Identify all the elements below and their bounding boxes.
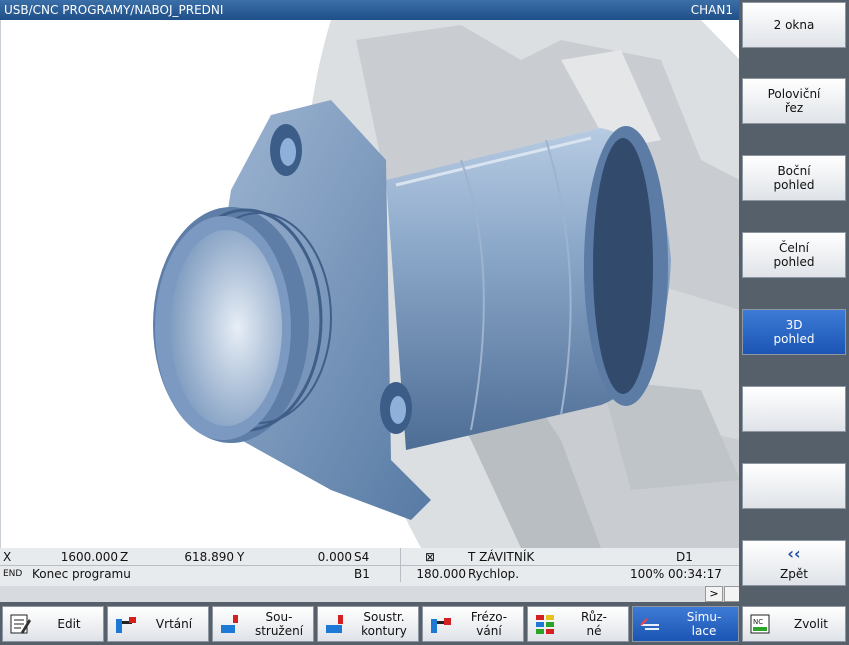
contour-turning-icon <box>326 615 343 633</box>
softkey-label: 2 okna <box>773 18 815 32</box>
back-chevron-icon: ‹‹ <box>787 544 801 563</box>
softkey-label: pohled <box>773 255 815 269</box>
svg-text:NC: NC <box>753 618 763 626</box>
softkey-zpet[interactable]: ‹‹ Zpět <box>742 540 846 586</box>
status-panel: X 1600.000 Z 618.890 Y 0.000 S4 ⊠ T ZÁVI… <box>0 548 739 586</box>
softkey-edit[interactable]: Edit <box>2 606 104 642</box>
title-bar: USB/CNC PROGRAMY/NABOJ_PREDNI CHAN1 <box>0 0 739 20</box>
softkey-label: Simu- <box>686 610 722 624</box>
softkey-label: pohled <box>773 178 815 192</box>
softkey-label: lace <box>691 624 717 638</box>
softkey-label: Sou- <box>265 610 293 624</box>
softkey-label: né <box>586 624 602 638</box>
softkey-label: Poloviční <box>767 87 821 101</box>
softkey-soustr-kontury[interactable]: Soustr. kontury <box>317 606 419 642</box>
tool-name: T ZÁVITNÍK <box>468 550 535 564</box>
program-state: Konec programu <box>32 567 131 581</box>
b-value: B1 <box>354 567 370 581</box>
softkey-label: Čelní <box>778 241 810 255</box>
program-path: USB/CNC PROGRAMY/NABOJ_PREDNI <box>4 3 224 17</box>
y-axis-label: Y <box>237 550 245 564</box>
tool-icon: ⊠ <box>425 550 436 564</box>
simulation-graphic <box>153 20 740 548</box>
simulation-icon <box>640 618 659 630</box>
drilling-icon <box>116 617 136 633</box>
softkey-label: pohled <box>773 332 815 346</box>
override-value: 100% <box>630 567 665 581</box>
run-time: 00:34:17 <box>668 567 722 581</box>
milling-icon <box>431 618 451 633</box>
feed-value: 180.000 <box>416 567 466 581</box>
tool-offset: D1 <box>676 550 693 564</box>
turning-icon <box>221 615 238 633</box>
softkey-label: Zpět <box>780 567 808 581</box>
softkey-label: Boční <box>777 164 811 178</box>
softkey-bocni-pohled[interactable]: Boční pohled <box>742 155 846 201</box>
simulation-3d-view[interactable] <box>0 20 740 548</box>
softkey-label: kontury <box>361 624 407 638</box>
softkey-label: Edit <box>57 617 81 631</box>
more-indicator[interactable]: > <box>705 586 723 602</box>
z-axis-value: 618.890 <box>184 550 234 564</box>
softkey-label: Soustr. <box>363 610 405 624</box>
blank-indicator <box>724 586 740 602</box>
z-axis-label: Z <box>120 550 129 564</box>
softkey-simulace[interactable]: Simu- lace <box>632 606 739 642</box>
softkey-label: Vrtání <box>155 617 193 631</box>
y-axis-value: 0.000 <box>317 550 352 564</box>
softkey-label: 3D <box>785 318 803 332</box>
spindle-label: S4 <box>354 550 370 564</box>
softkey-ruzne[interactable]: Růz- né <box>527 606 629 642</box>
softkey-celni-pohled[interactable]: Čelní pohled <box>742 232 846 278</box>
channel-label: CHAN1 <box>690 3 733 17</box>
end-label: END <box>3 569 23 579</box>
softkey-frezovani[interactable]: Frézo- vání <box>422 606 524 642</box>
edit-icon <box>10 614 31 634</box>
softkey-3d-pohled[interactable]: 3D pohled <box>742 309 846 355</box>
x-axis-label: X <box>3 550 12 564</box>
x-axis-value: 1600.000 <box>60 550 118 564</box>
status-gap <box>0 586 739 602</box>
feed-mode: Rychlop. <box>468 567 520 581</box>
program-row: END Konec programu B1 180.000 Rychlop. 1… <box>0 566 739 582</box>
softkey-label: řez <box>784 101 804 115</box>
position-row: X 1600.000 Z 618.890 Y 0.000 S4 ⊠ T ZÁVI… <box>0 549 739 566</box>
softkey-label: Frézo- <box>470 610 508 624</box>
softkey-empty-6[interactable] <box>742 386 846 432</box>
softkey-empty-7[interactable] <box>742 463 846 509</box>
softkey-polovicni-rez[interactable]: Poloviční řez <box>742 78 846 124</box>
softkey-label: Růz- <box>580 610 608 624</box>
softkey-zvolit[interactable]: NC Zvolit <box>742 606 846 642</box>
softkey-vrtani[interactable]: Vrtání <box>107 606 209 642</box>
nc-select-icon: NC <box>750 614 770 634</box>
softkey-label: Zvolit <box>793 617 829 631</box>
softkey-label: vání <box>476 624 502 638</box>
softkey-soustruzeni[interactable]: Sou- stružení <box>212 606 314 642</box>
softkey-2-okna[interactable]: 2 okna <box>742 2 846 48</box>
various-icon <box>536 615 554 634</box>
softkey-label: stružení <box>254 624 304 638</box>
